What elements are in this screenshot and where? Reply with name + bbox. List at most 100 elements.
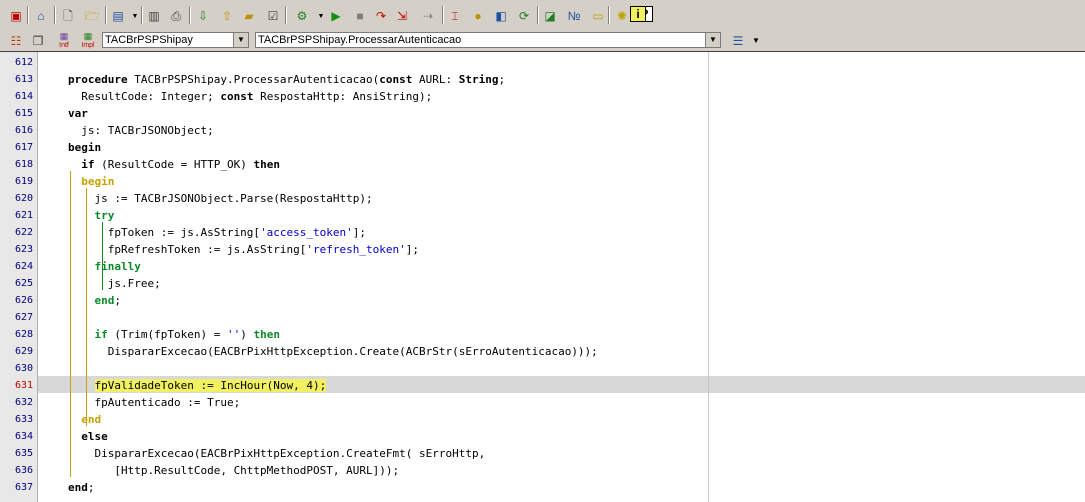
compile-icon[interactable]: ◪ [540, 6, 560, 26]
code-line[interactable]: 629 DispararExcecao(EACBrPixHttpExceptio… [0, 343, 1085, 360]
breakpoint-icon[interactable]: ● [468, 6, 488, 26]
align-icon[interactable]: ☰ [728, 31, 748, 51]
line-number: 632 [14, 397, 33, 408]
code-line[interactable]: 633 end [0, 411, 1085, 428]
line-number: 635 [14, 448, 33, 459]
interface-button[interactable]: ▦ Intf [54, 31, 74, 50]
export-icon[interactable]: ⇧ [217, 6, 237, 26]
code-line[interactable]: 628 if (Trim(fpToken) = '') then [0, 326, 1085, 343]
code-line[interactable]: 634 else [0, 428, 1085, 445]
watch-icon[interactable]: ◧ [491, 6, 511, 26]
code-line[interactable]: 616 js: TACBrJSONObject; [0, 122, 1085, 139]
window-icon[interactable]: ❐ [28, 31, 48, 51]
code-line[interactable]: 636 [Http.ResultCode, ChttpMethodPOST, A… [0, 462, 1085, 479]
plugin-icon[interactable]: ⚙ [292, 6, 312, 26]
code-editor[interactable]: 612 613 procedure TACBrPSPShipay.Processar… [0, 52, 1085, 502]
chevron-down-icon[interactable]: ▼ [316, 6, 326, 26]
notes-icon[interactable]: ▭ [588, 6, 608, 26]
chevron-down-icon[interactable]: ▼ [130, 6, 140, 26]
main-toolbar: ▣⌂🗋🗁▤▥⎙⇩⇧▰☑⚙▶■↷⇲⇢⌶●◧⟳◪№▭✺?i▼▼ [0, 0, 1085, 31]
code-line[interactable]: 622 fpToken := js.AsString['access_token… [0, 224, 1085, 241]
code-line[interactable]: 615 var [0, 105, 1085, 122]
code-line[interactable]: 635 DispararExcecao(EACBrPixHttpExceptio… [0, 445, 1085, 462]
code-token: end [81, 413, 102, 426]
code-line[interactable]: 617 begin [0, 139, 1085, 156]
code-line[interactable]: 630 [0, 360, 1085, 377]
code-text[interactable]: end [68, 411, 101, 428]
code-text[interactable]: DispararExcecao(EACBrPixHttpException.Cr… [68, 445, 485, 462]
code-line[interactable]: 626 end; [0, 292, 1085, 309]
settings-icon[interactable]: ✺ [612, 6, 632, 26]
class-selector-value: TACBrPSPShipay [105, 34, 193, 46]
code-line[interactable]: 613 procedure TACBrPSPShipay.ProcessarAut… [0, 71, 1085, 88]
import-icon[interactable]: ⇩ [193, 6, 213, 26]
code-text[interactable]: js: TACBrJSONObject; [68, 122, 213, 139]
code-text[interactable]: ResultCode: Integer; const RespostaHttp:… [68, 88, 432, 105]
code-line[interactable]: 632 fpAutenticado := True; [0, 394, 1085, 411]
print-icon[interactable]: ⎙ [166, 6, 186, 26]
code-text[interactable]: finally [68, 258, 141, 275]
code-token: procedure [68, 73, 128, 86]
info-icon[interactable]: i [630, 6, 646, 22]
code-text[interactable]: else [68, 428, 108, 445]
code-line[interactable]: 625 js.Free; [0, 275, 1085, 292]
code-text[interactable]: if (Trim(fpToken) = '') then [68, 326, 280, 343]
code-line[interactable]: 631 fpValidadeToken := IncHour(Now, 4); [0, 377, 1085, 394]
layout-icon[interactable]: ▣ [6, 6, 26, 26]
code-text[interactable]: fpValidadeToken := IncHour(Now, 4); [68, 377, 327, 394]
new-file-icon[interactable]: 🗋 [58, 6, 78, 26]
method-selector[interactable]: TACBrPSPShipay.ProcessarAutenticacao ▼ [255, 32, 721, 48]
stop-icon[interactable]: ■ [350, 6, 370, 26]
trace-icon[interactable]: ⌶ [445, 6, 465, 26]
code-line[interactable]: 627 [0, 309, 1085, 326]
code-line[interactable]: 620 js := TACBrJSONObject.Parse(Resposta… [0, 190, 1085, 207]
home-icon[interactable]: ⌂ [31, 6, 51, 26]
code-line[interactable]: 623 fpRefreshToken := js.AsString['refre… [0, 241, 1085, 258]
code-text[interactable]: js.Free; [68, 275, 161, 292]
navigation-toolbar: ☷ ❐ ▦ Intf ▦ Impl TACBrPSPShipay ▼ TACBr… [0, 30, 1085, 52]
run-project-icon[interactable]: ▤ [108, 6, 128, 26]
step-over-icon[interactable]: ⇢ [418, 6, 438, 26]
class-tree-icon[interactable]: ☷ [6, 31, 26, 51]
chevron-down-icon[interactable]: ▼ [746, 31, 766, 51]
code-line[interactable]: 624 finally [0, 258, 1085, 275]
chevron-down-icon[interactable]: ▼ [233, 33, 248, 47]
line-number: 633 [14, 414, 33, 425]
save-icon[interactable]: ▥ [144, 6, 164, 26]
code-text[interactable]: begin [68, 173, 114, 190]
code-text[interactable]: fpToken := js.AsString['access_token']; [68, 224, 366, 241]
code-text[interactable]: begin [68, 139, 101, 156]
code-text[interactable]: try [68, 207, 115, 224]
code-text[interactable]: var [68, 105, 88, 122]
open-file-icon[interactable]: 🗁 [82, 6, 102, 26]
code-line[interactable]: 637 end; [0, 479, 1085, 496]
folder-icon[interactable]: ▰ [239, 6, 259, 26]
code-text[interactable]: end; [68, 292, 122, 309]
numbers-icon[interactable]: № [564, 6, 584, 26]
code-text[interactable]: [Http.ResultCode, ChttpMethodPOST, AURL]… [68, 462, 399, 479]
code-line[interactable]: 621 try [0, 207, 1085, 224]
class-selector[interactable]: TACBrPSPShipay ▼ [102, 32, 249, 48]
code-text[interactable]: fpRefreshToken := js.AsString['refresh_t… [68, 241, 419, 258]
chevron-down-icon[interactable]: ▼ [705, 33, 720, 47]
code-line[interactable]: 618 if (ResultCode = HTTP_OK) then [0, 156, 1085, 173]
code-line[interactable]: 612 [0, 54, 1085, 71]
checklist-icon[interactable]: ☑ [263, 6, 283, 26]
code-token: ]; [405, 243, 420, 256]
step-icon[interactable]: ↷ [371, 6, 391, 26]
sync-icon[interactable]: ⟳ [514, 6, 534, 26]
code-text[interactable]: if (ResultCode = HTTP_OK) then [68, 156, 280, 173]
line-number: 623 [14, 244, 33, 255]
step-into-icon[interactable]: ⇲ [392, 6, 412, 26]
code-text[interactable]: end; [68, 479, 95, 496]
code-line[interactable]: 614 ResultCode: Integer; const RespostaH… [0, 88, 1085, 105]
run-icon[interactable]: ▶ [326, 6, 346, 26]
code-text[interactable]: DispararExcecao(EACBrPixHttpException.Cr… [68, 343, 598, 360]
code-text[interactable]: procedure TACBrPSPShipay.ProcessarAutent… [68, 71, 505, 88]
code-text[interactable]: fpAutenticado := True; [68, 394, 240, 411]
code-text[interactable]: js := TACBrJSONObject.Parse(RespostaHttp… [68, 190, 372, 207]
implementation-button[interactable]: ▦ Impl [78, 31, 98, 50]
code-line[interactable]: 619 begin [0, 173, 1085, 190]
